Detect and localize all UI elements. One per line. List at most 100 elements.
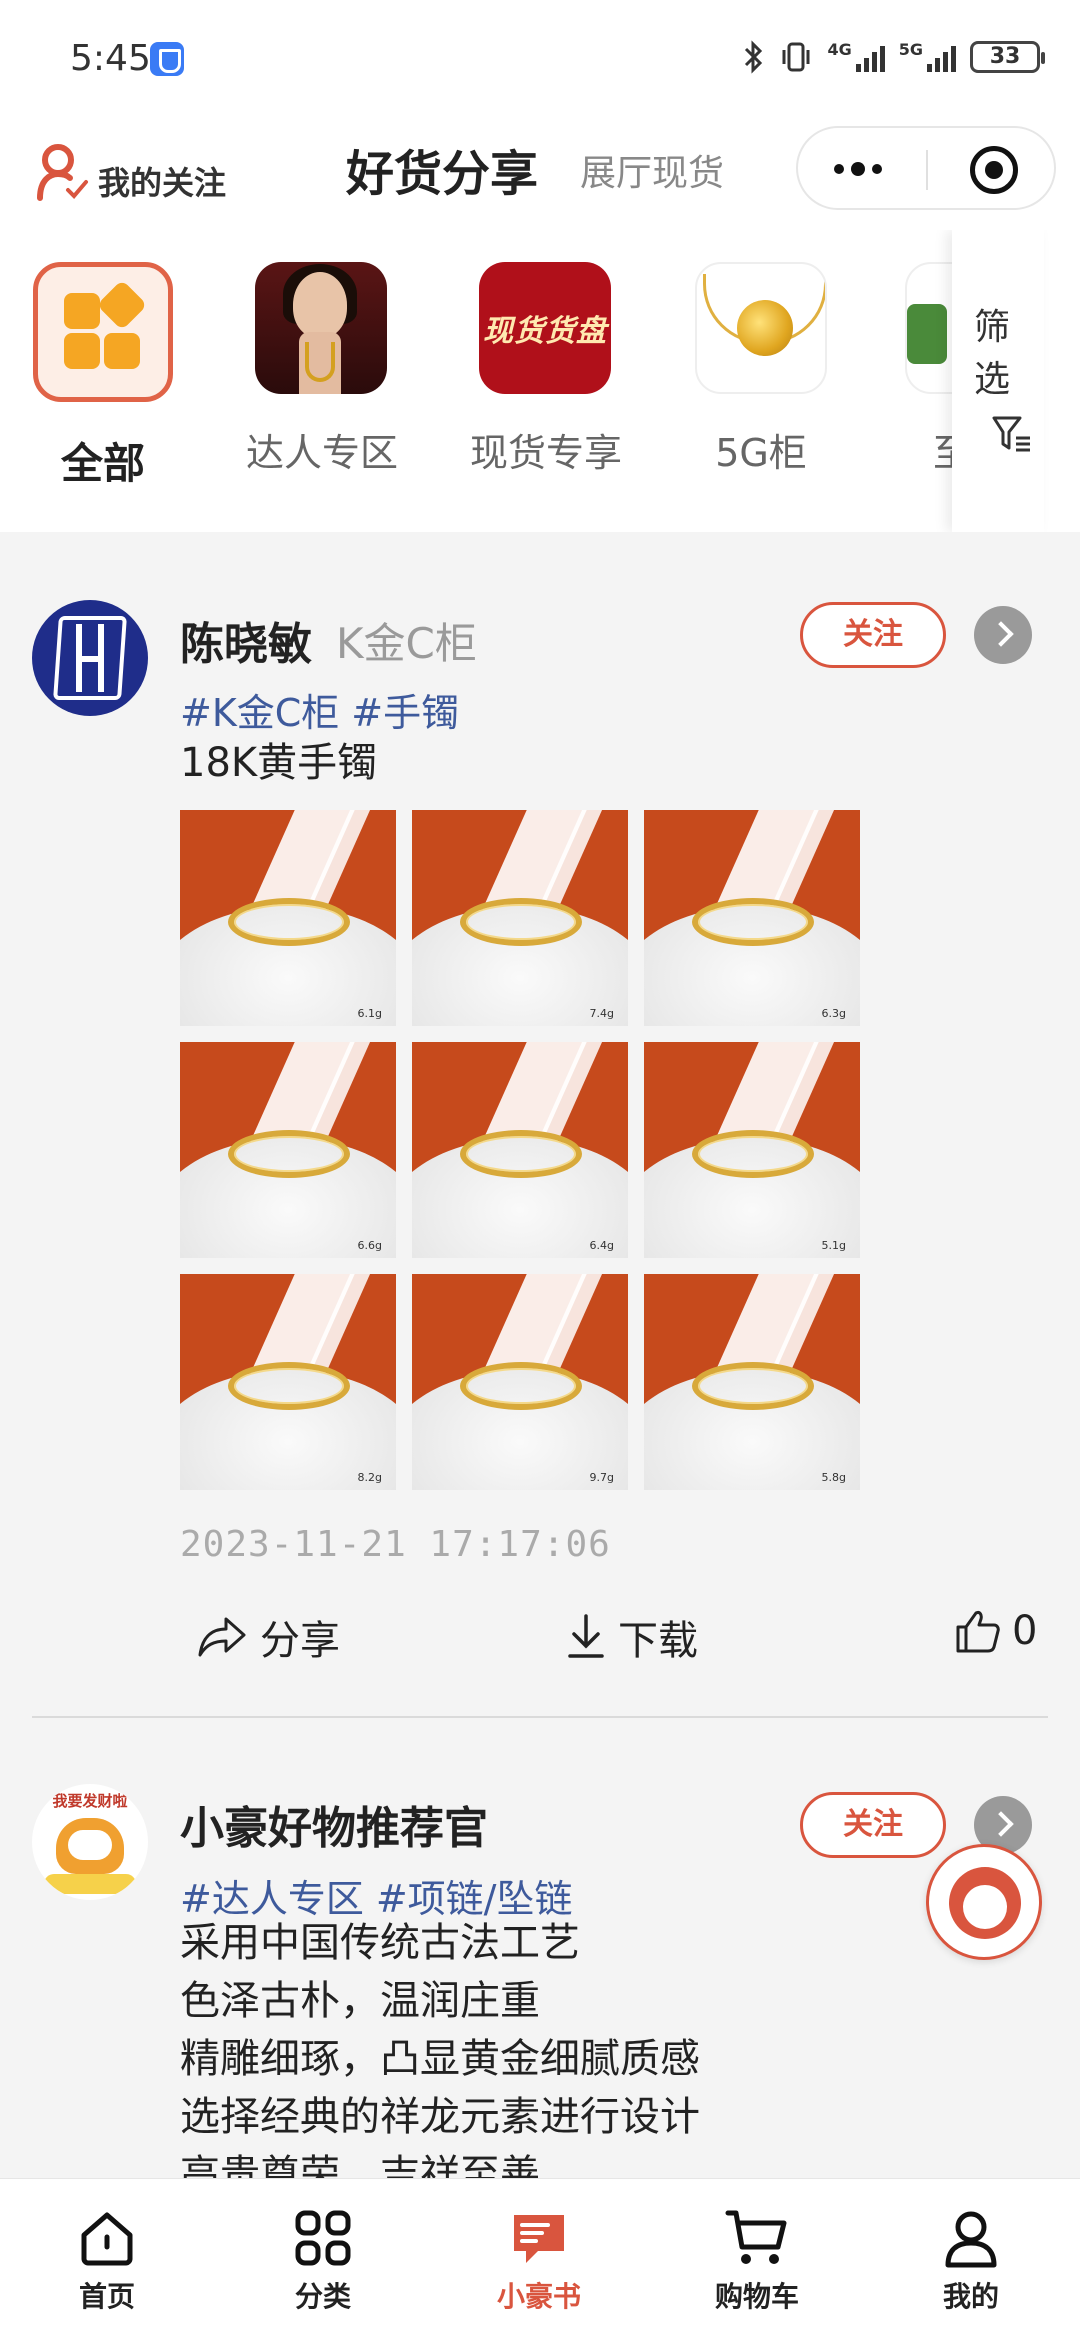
weight-label: 6.4g	[589, 1239, 614, 1252]
avatar-banner-text: 我要发财啦	[52, 1792, 128, 1810]
status-time: 5:45	[70, 38, 151, 79]
category-talent[interactable]: 达人专区	[246, 262, 399, 477]
category-spot[interactable]: 现货货盘 现货专享	[470, 262, 623, 477]
battery-icon: 33	[970, 41, 1045, 73]
download-label: 下载	[618, 1618, 698, 1664]
showroom-tab[interactable]: 展厅现货	[580, 144, 724, 196]
category-label: 全部	[60, 439, 145, 488]
post-text: 18K黄手镯	[180, 734, 377, 792]
bangle-photo[interactable]: 5.1g	[644, 1042, 860, 1258]
more-options-icon[interactable]	[834, 162, 882, 176]
post-divider	[32, 1716, 1048, 1718]
weight-label: 8.2g	[357, 1471, 382, 1484]
weight-label: 5.8g	[821, 1471, 846, 1484]
grid-icon	[33, 262, 173, 402]
follow-button[interactable]: 关注	[800, 602, 946, 668]
capsule-divider	[926, 150, 928, 190]
book-icon	[514, 2215, 564, 2263]
weight-label: 9.7g	[589, 1471, 614, 1484]
post-text-line: 色泽古朴，温润庄重	[180, 1978, 540, 2024]
filter-button[interactable]: 筛选	[952, 230, 1044, 532]
tab-label: 分类	[294, 2280, 351, 2313]
share-button[interactable]: 分享	[196, 1608, 340, 1666]
like-count: 0	[1012, 1608, 1038, 1654]
tab-profile[interactable]: 我的	[896, 2207, 1046, 2315]
share-icon	[198, 1617, 246, 1657]
like-button[interactable]: 0	[954, 1608, 1037, 1654]
chevron-right-icon[interactable]	[974, 606, 1032, 664]
home-icon	[81, 2212, 133, 2266]
category-5g[interactable]: 5G柜	[686, 262, 836, 477]
category-label: 达人专区	[246, 431, 399, 475]
pendant-photo	[695, 262, 827, 394]
profile-icon	[945, 2211, 997, 2268]
miniprogram-capsule	[796, 126, 1056, 210]
post-text-line: 选择经典的祥龙元素进行设计	[180, 2094, 700, 2140]
page-title[interactable]: 好货分享	[346, 134, 538, 204]
bangle-photo[interactable]: 5.8g	[644, 1274, 860, 1490]
signal-icon	[855, 42, 885, 72]
weight-label: 7.4g	[589, 1007, 614, 1020]
share-label: 分享	[260, 1618, 340, 1664]
post-tags: #K金C柜 #手镯	[180, 682, 471, 737]
bangle-photo[interactable]: 6.4g	[412, 1042, 628, 1258]
bangle-photo[interactable]: 6.3g	[644, 810, 860, 1026]
post-text-line: 精雕细琢，凸显黄金细腻质感	[180, 2036, 700, 2082]
bluetooth-icon	[745, 40, 763, 74]
author-name[interactable]: 陈晓敏	[180, 608, 312, 672]
weight-label: 5.1g	[821, 1239, 846, 1252]
bottom-tab-bar: 首页 分类 小豪书 购物车 我的	[0, 2178, 1080, 2340]
post-text-line: 高贵尊荣，吉祥至善	[180, 2152, 540, 2178]
page-header: 我的关注 好货分享 展厅现货	[0, 120, 1080, 230]
weight-label: 6.1g	[357, 1007, 382, 1020]
tab-xiaohao-book[interactable]: 小豪书	[464, 2207, 614, 2315]
post-timestamp: 2023-11-21 17:17:06	[180, 1524, 611, 1565]
author-name[interactable]: 小豪好物推荐官	[180, 1792, 488, 1856]
cart-icon	[725, 2210, 787, 2264]
user-follow-icon	[37, 144, 88, 201]
topic-tag[interactable]: #手镯	[351, 691, 459, 735]
tab-label: 我的	[942, 2280, 999, 2313]
spot-badge-image: 现货货盘	[479, 262, 611, 394]
download-button[interactable]: 下载	[566, 1608, 698, 1666]
tab-label: 小豪书	[496, 2280, 581, 2313]
category-icon	[295, 2210, 351, 2266]
category-all[interactable]: 全部	[28, 262, 178, 491]
bangle-photo[interactable]: 9.7g	[412, 1274, 628, 1490]
status-bar: 5:45 4G 5G 33	[0, 0, 1080, 120]
bangle-photo[interactable]: 6.1g	[180, 810, 396, 1026]
tab-category[interactable]: 分类	[248, 2207, 398, 2315]
author-avatar[interactable]	[32, 600, 148, 716]
thumbs-up-icon	[956, 1611, 1000, 1653]
my-follow-button[interactable]: 我的关注	[36, 140, 226, 204]
follow-button[interactable]: 关注	[800, 1792, 946, 1858]
status-indicators: 4G 5G 33	[743, 40, 1045, 74]
bangle-photo[interactable]: 8.2g	[180, 1274, 396, 1490]
bangle-photo[interactable]: 7.4g	[412, 810, 628, 1026]
network-5g-label: 5G	[898, 40, 923, 59]
post-text-line: 采用中国传统古法工艺	[180, 1920, 580, 1966]
filter-icon	[992, 416, 1030, 452]
post-text-line: 18K黄手镯	[180, 740, 378, 786]
customer-service-button[interactable]	[926, 1844, 1042, 1960]
network-4g-label: 4G	[827, 40, 852, 59]
topic-tag[interactable]: #K金C柜	[180, 691, 339, 735]
close-miniprogram-icon[interactable]	[970, 146, 1018, 194]
category-label: 现货专享	[470, 431, 623, 475]
weight-label: 6.6g	[357, 1239, 382, 1252]
spot-badge-text: 现货货盘	[483, 314, 607, 349]
signal-icon	[927, 42, 956, 72]
author-avatar[interactable]: 我要发财啦	[32, 1784, 148, 1900]
tab-cart[interactable]: 购物车	[682, 2207, 832, 2315]
post-text: 采用中国传统古法工艺 色泽古朴，温润庄重 精雕细琢，凸显黄金细腻质感 选择经典的…	[180, 1914, 700, 2178]
filter-label: 筛选	[974, 307, 1011, 400]
download-icon	[568, 1614, 604, 1658]
bangle-photo[interactable]: 6.6g	[180, 1042, 396, 1258]
author-counter-tag: K金C柜	[336, 619, 477, 668]
vibrate-icon	[782, 42, 810, 72]
tab-home[interactable]: 首页	[32, 2207, 182, 2315]
feed-list: 陈晓敏 K金C柜 关注 #K金C柜 #手镯 18K黄手镯 6.1g 7.4g 6.…	[0, 532, 1080, 2178]
my-follow-label: 我的关注	[98, 164, 227, 202]
category-label: 5G柜	[715, 431, 807, 475]
security-shield-icon	[150, 42, 184, 76]
